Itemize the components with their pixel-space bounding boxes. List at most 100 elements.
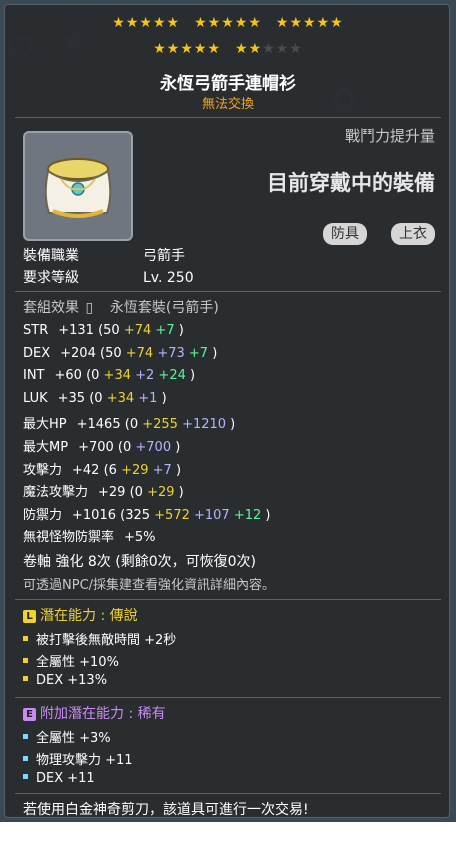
stat-close: ) — [178, 485, 184, 501]
trade-status: 無法交換 — [201, 97, 254, 112]
stat-bonus: +1 — [138, 390, 162, 406]
star-filled-icon: ★ — [153, 41, 167, 57]
level-row: 要求等級 Lv. 250 — [23, 267, 194, 287]
stat-label: DEX — [23, 345, 51, 361]
star-filled-icon: ★ — [221, 15, 235, 31]
stat-row: 無視怪物防禦率 +5% — [23, 526, 156, 545]
potential-line-text: DEX +11 — [36, 771, 95, 786]
bullet-icon — [23, 676, 28, 681]
stat-row: 最大MP +700 (0 +700 ) — [23, 436, 180, 455]
stat-bonus: +24 — [158, 368, 190, 384]
divider — [15, 599, 441, 600]
stat-row: 防禦力 +1016 (325 +572 +107 +12 ) — [23, 504, 271, 523]
tag-armor: 防具 — [323, 223, 367, 245]
star-filled-icon: ★ — [248, 41, 263, 57]
level-label: 要求等級 — [23, 270, 79, 286]
potential-line: 被打擊後無敵時間 +2秒 — [23, 629, 176, 648]
stat-close: ) — [230, 417, 236, 433]
potential-title-text: 潛在能力 : 傳說 — [40, 608, 138, 624]
potential-line-text: 被打擊後無敵時間 +2秒 — [36, 633, 177, 648]
stat-bonus: +73 — [157, 345, 189, 361]
star-group: ★★★★★ — [194, 15, 262, 31]
star-empty-icon: ★ — [275, 41, 290, 57]
stat-row: LUK +35 (0 +34 +1 ) — [23, 391, 167, 406]
bullet-icon — [23, 756, 28, 761]
star-filled-icon: ★ — [275, 15, 290, 31]
potential-title: L 潛在能力 : 傳說 — [23, 605, 138, 625]
star-filled-icon: ★ — [166, 41, 181, 57]
star-group: ★★★★★ — [112, 15, 180, 31]
additional-potential-title: E 附加潛在能力 : 稀有 — [23, 703, 166, 723]
stat-label: 最大MP — [23, 440, 69, 455]
potential-line: 全屬性 +3% — [23, 727, 111, 746]
bullet-icon — [23, 774, 28, 779]
stat-total: +5% — [124, 530, 156, 546]
bullet-icon — [23, 658, 28, 663]
stat-bonus: +572 — [154, 507, 194, 523]
set-effect-value: 永恆套裝(弓箭手) — [109, 300, 219, 316]
stat-base: (0 — [113, 440, 136, 455]
stat-bonus: +1210 — [182, 417, 231, 433]
stat-label: 攻擊力 — [23, 462, 63, 478]
potential-line-text: DEX +13% — [36, 673, 108, 688]
stat-bonus: +34 — [106, 390, 139, 406]
stat-close: ) — [161, 390, 167, 406]
star-filled-icon: ★ — [207, 41, 221, 57]
trade-hint-footer: 若使用白金神奇剪刀，該道具可進行一次交易! — [23, 802, 309, 818]
rare-badge-icon: E — [23, 708, 36, 721]
stat-bonus: +7 — [188, 345, 213, 361]
stat-total: +204 — [60, 345, 96, 361]
star-filled-icon: ★ — [125, 15, 140, 31]
stat-bonus: +74 — [123, 323, 156, 338]
job-value: 弓箭手 — [143, 248, 185, 264]
star-group: ★★★★★ — [276, 15, 344, 31]
star-empty-icon: ★ — [262, 41, 276, 57]
stat-close: ) — [175, 440, 181, 455]
stat-bonus: +29 — [147, 485, 179, 501]
divider — [15, 291, 441, 292]
stat-base: (50 — [93, 323, 124, 338]
stat-bonus: +7 — [155, 323, 179, 338]
stat-bonus: +29 — [121, 462, 153, 478]
star-filled-icon: ★ — [289, 15, 304, 31]
equipped-label: 目前穿戴中的裝備 — [267, 171, 435, 195]
stat-label: 防禦力 — [23, 507, 63, 523]
stat-bonus: +2 — [135, 368, 159, 384]
star-force-row-1: ★★★★★ ★★★★★ ★★★★★ — [5, 15, 451, 31]
star-filled-icon: ★ — [112, 15, 126, 31]
stat-bonus: +12 — [233, 507, 266, 523]
stat-label: 無視怪物防禦率 — [23, 530, 115, 546]
set-effect-row[interactable]: 套組效果 ▯ 永恆套裝(弓箭手) — [23, 297, 219, 317]
tag-top: 上衣 — [391, 223, 435, 245]
legendary-badge-icon: L — [23, 610, 36, 623]
potential-line: DEX +11 — [23, 771, 95, 786]
stat-row: 最大HP +1465 (0 +255 +1210 ) — [23, 413, 235, 432]
item-tooltip: ★★★★★ ★★★★★ ★★★★★ ★★★★★ ★★★★★ 永恆弓箭手連帽衫 無法交換… — [4, 4, 450, 818]
potential-line-text: 全屬性 +3% — [36, 731, 111, 746]
stat-bonus: +255 — [142, 417, 183, 433]
star-filled-icon: ★ — [193, 41, 208, 57]
additional-potential-title-text: 附加潛在能力 : 稀有 — [40, 706, 166, 722]
star-filled-icon: ★ — [235, 41, 249, 57]
stat-base: (0 — [120, 417, 143, 433]
stat-row: 魔法攻擊力 +29 (0 +29 ) — [23, 481, 184, 500]
star-force-row-2: ★★★★★ ★★★★★ — [5, 41, 451, 57]
bullet-icon — [23, 636, 28, 641]
star-filled-icon: ★ — [248, 15, 262, 31]
potential-line-text: 物理攻擊力 +11 — [36, 753, 133, 768]
stat-close: ) — [265, 507, 271, 523]
item-icon-frame — [23, 131, 133, 241]
star-filled-icon: ★ — [139, 15, 153, 31]
stat-row: INT +60 (0 +34 +2 +24 ) — [23, 368, 195, 383]
item-name: 永恆弓箭手連帽衫 — [160, 74, 296, 94]
stat-total: +35 — [57, 390, 86, 406]
stat-row: DEX +204 (50 +74 +73 +7 ) — [23, 346, 217, 361]
stat-bonus: +7 — [152, 462, 176, 478]
star-empty-icon: ★ — [289, 41, 303, 57]
stat-label: LUK — [23, 390, 48, 406]
stat-row: STR +131 (50 +74 +7 ) — [23, 323, 184, 338]
stat-total: +1016 — [72, 507, 116, 523]
divider — [15, 117, 441, 118]
job-label: 裝備職業 — [23, 248, 79, 264]
stat-close: ) — [175, 462, 182, 478]
